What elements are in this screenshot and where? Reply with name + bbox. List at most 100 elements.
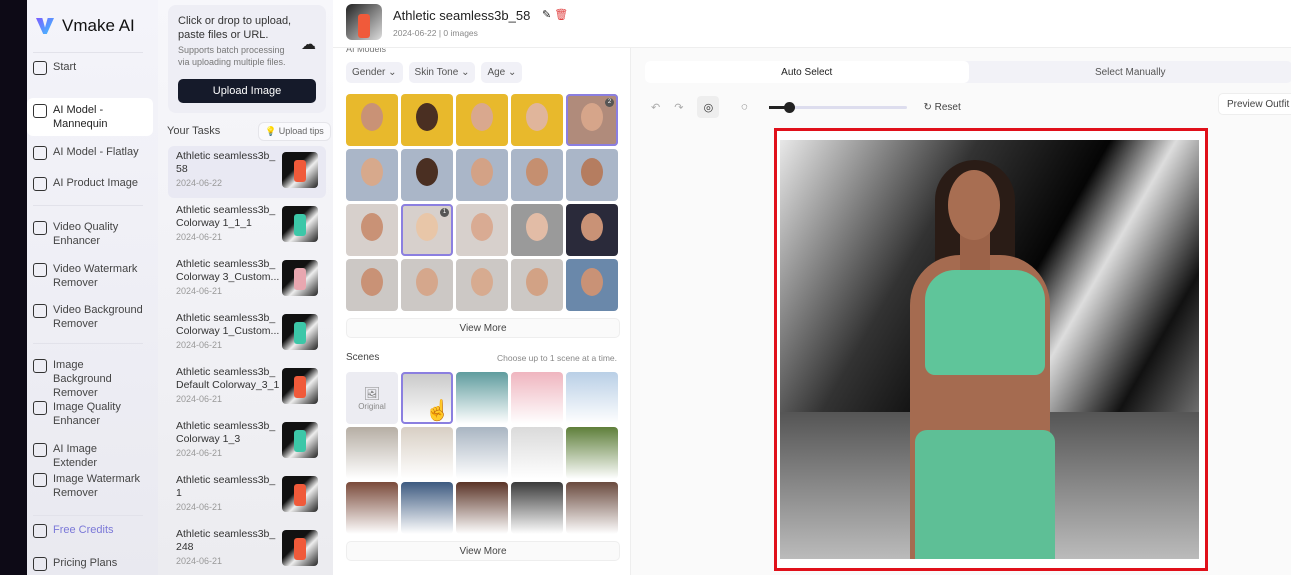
model-tile[interactable]	[511, 259, 563, 311]
sidebar-item-image-background-remover[interactable]: Image Background Remover	[27, 358, 153, 400]
trash-icon[interactable]: 🗑	[554, 9, 568, 21]
sidebar-item-video-watermark-remover[interactable]: Video Watermark Remover	[27, 262, 153, 290]
task-item[interactable]: Athletic seamless3b_ 12024-06-21	[168, 470, 326, 522]
edit-pencil-icon[interactable]: ✎	[542, 9, 551, 21]
scene-tile[interactable]	[401, 427, 453, 479]
task-item[interactable]: Athletic seamless3b_ 582024-06-22	[168, 146, 326, 198]
redo-icon[interactable]: ↷	[674, 101, 683, 114]
scene-tile[interactable]	[566, 427, 618, 479]
scene-tile[interactable]	[456, 427, 508, 479]
scene-tile[interactable]	[511, 372, 563, 424]
model-tile[interactable]	[401, 149, 453, 201]
task-item[interactable]: Athletic seamless3b_ Colorway 3_Custom..…	[168, 254, 326, 306]
sidebar-item-ai-model-mannequin[interactable]: AI Model - Mannequin	[27, 98, 153, 136]
model-tile[interactable]	[401, 259, 453, 311]
model-tile[interactable]	[346, 94, 398, 146]
scene-tile[interactable]	[456, 372, 508, 424]
sidebar-item-image-watermark-remover[interactable]: Image Watermark Remover	[27, 472, 153, 500]
brush-size-slider[interactable]	[769, 106, 907, 109]
task-item[interactable]: Athletic seamless3b_ Default Colorway_3_…	[168, 362, 326, 414]
sparkle-icon	[33, 61, 47, 75]
sidebar-item-label: AI Image Extender	[53, 442, 143, 470]
reset-label: Reset	[935, 102, 961, 113]
task-name: Athletic seamless3b_ Colorway 1_Custom..…	[176, 312, 281, 338]
sidebar-item-free-credits[interactable]: Free Credits	[27, 523, 153, 538]
model-tile[interactable]	[456, 204, 508, 256]
scene-tile[interactable]	[511, 427, 563, 479]
model-tile[interactable]	[456, 94, 508, 146]
upload-title: Click or drop to upload, paste files or …	[178, 14, 298, 42]
model-tile[interactable]	[346, 204, 398, 256]
cloud-upload-icon: ☁	[301, 35, 316, 53]
image-icon	[33, 401, 47, 415]
video-icon	[33, 304, 47, 318]
sidebar-item-image-quality-enhancer[interactable]: Image Quality Enhancer	[27, 400, 153, 428]
preview-outfit-button[interactable]: Preview Outfit	[1218, 93, 1291, 115]
task-thumbnail	[282, 530, 318, 566]
model-tile[interactable]	[456, 149, 508, 201]
scene-original-label: Original	[358, 402, 386, 411]
sidebar-item-pricing-plans[interactable]: Pricing Plans	[27, 556, 153, 571]
tab-auto-select[interactable]: Auto Select	[645, 61, 969, 83]
sidebar-item-video-quality-enhancer[interactable]: Video Quality Enhancer	[27, 220, 153, 248]
upload-dropzone[interactable]: Click or drop to upload, paste files or …	[168, 5, 326, 113]
expand-icon	[33, 443, 47, 457]
task-subtitle: 2024-06-22 | 0 images	[393, 28, 478, 38]
scene-original[interactable]: 🖼Original	[346, 372, 398, 424]
scenes-hint: Choose up to 1 scene at a time.	[497, 353, 617, 363]
tab-select-manually[interactable]: Select Manually	[969, 61, 1291, 83]
model-tile[interactable]	[566, 149, 618, 201]
task-name: Athletic seamless3b_ Default Colorway_3_…	[176, 366, 281, 392]
scene-tile[interactable]	[566, 372, 618, 424]
image-icon	[33, 359, 47, 373]
model-tile[interactable]	[346, 259, 398, 311]
sidebar-item-start[interactable]: Start	[27, 60, 153, 75]
model-tile[interactable]	[401, 94, 453, 146]
sidebar-item-ai-model-flatlay[interactable]: AI Model - Flatlay	[27, 145, 153, 160]
model-tile[interactable]: 2	[566, 94, 618, 146]
model-tile[interactable]	[456, 259, 508, 311]
scene-tile[interactable]	[456, 482, 508, 534]
task-item[interactable]: Athletic seamless3b_ Colorway 1_Custom..…	[168, 308, 326, 360]
sidebar-item-label: Video Quality Enhancer	[53, 220, 143, 248]
divider	[33, 205, 143, 206]
scenes-title: Scenes	[346, 352, 379, 363]
task-name: Athletic seamless3b_ Colorway 1_3	[176, 420, 281, 446]
erase-brush-icon[interactable]: ◌	[733, 96, 755, 118]
upload-tips-button[interactable]: 💡 Upload tips	[258, 122, 331, 141]
gift-icon	[33, 524, 47, 538]
model-tile[interactable]: 1	[401, 204, 453, 256]
model-tile[interactable]	[511, 149, 563, 201]
scene-tile[interactable]	[346, 427, 398, 479]
scene-tile[interactable]	[511, 482, 563, 534]
task-thumbnail	[282, 422, 318, 458]
model-tile[interactable]	[511, 204, 563, 256]
filter-age[interactable]: Age ⌄	[481, 62, 522, 83]
upload-image-button[interactable]: Upload Image	[178, 79, 316, 103]
reset-button[interactable]: ↻ Reset	[923, 102, 960, 113]
add-brush-icon[interactable]: ◎	[697, 96, 719, 118]
task-name: Athletic seamless3b_ Colorway 1_1_1	[176, 204, 281, 230]
task-item[interactable]: Athletic seamless3b_ Colorway 1_1_12024-…	[168, 200, 326, 252]
scene-tile[interactable]	[346, 482, 398, 534]
model-tile[interactable]	[566, 204, 618, 256]
model-tile[interactable]	[511, 94, 563, 146]
scenes-view-more-button[interactable]: View More	[346, 541, 620, 561]
image-canvas[interactable]	[774, 128, 1208, 571]
logo[interactable]: Vmake AI	[36, 16, 135, 36]
task-item[interactable]: Athletic seamless3b_ Colorway 1_32024-06…	[168, 416, 326, 468]
undo-icon[interactable]: ↶	[651, 101, 660, 114]
scene-tile[interactable]	[401, 482, 453, 534]
sidebar-item-label: Image Background Remover	[53, 358, 143, 400]
sidebar-item-ai-product-image[interactable]: AI Product Image	[27, 176, 153, 191]
scene-tile[interactable]: ☝	[401, 372, 453, 424]
model-tile[interactable]	[346, 149, 398, 201]
sidebar-item-video-background-remover[interactable]: Video Background Remover	[27, 303, 153, 331]
models-view-more-button[interactable]: View More	[346, 318, 620, 338]
scene-tile[interactable]	[566, 482, 618, 534]
filter-skin-tone[interactable]: Skin Tone ⌄	[409, 62, 476, 83]
task-item[interactable]: Athletic seamless3b_ 2482024-06-21	[168, 524, 326, 576]
model-tile[interactable]	[566, 259, 618, 311]
sidebar-item-ai-image-extender[interactable]: AI Image Extender	[27, 442, 153, 470]
filter-gender[interactable]: Gender ⌄	[346, 62, 403, 83]
